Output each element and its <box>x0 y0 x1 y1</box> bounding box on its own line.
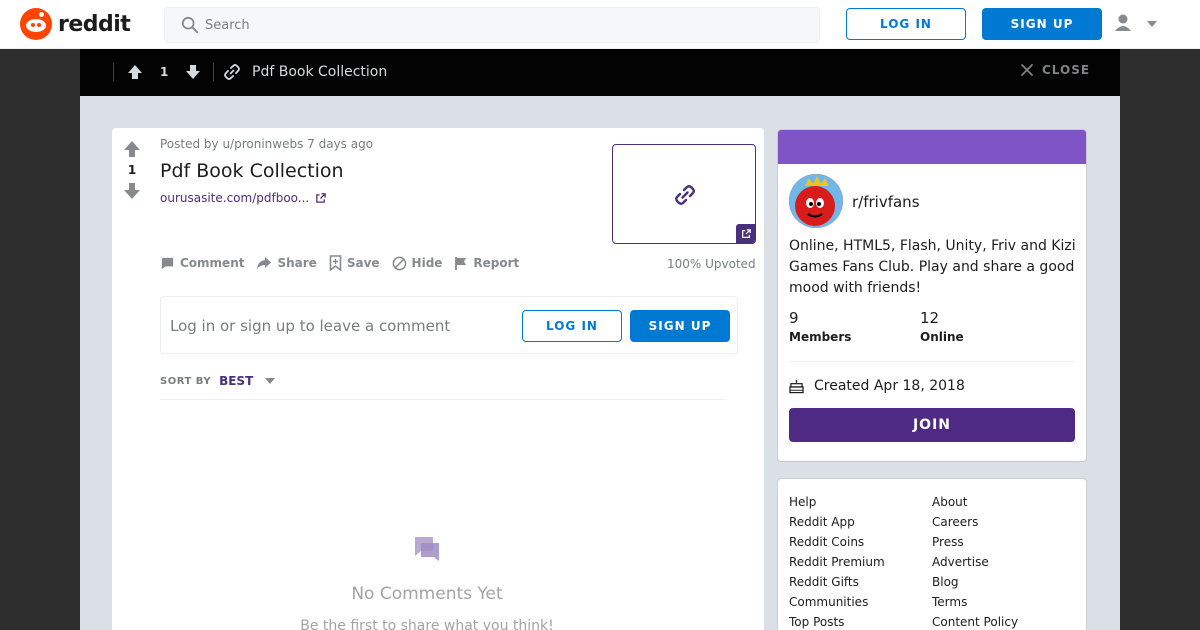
comment-login-prompt: Log in or sign up to leave a comment LOG… <box>160 296 738 354</box>
chevron-down-icon <box>265 378 276 384</box>
footer-links-col1: Help Reddit App Reddit Coins Reddit Prem… <box>789 492 885 630</box>
comment-icon <box>161 257 174 269</box>
post-card: 1 Posted by u/proninwebs 7 days ago Pdf … <box>112 128 764 630</box>
community-description: Online, HTML5, Flash, Unity, Friv and Ki… <box>789 238 1076 296</box>
header-signup-button[interactable]: SIGN UP <box>982 8 1102 40</box>
empty-comments-subtitle: Be the first to share what you think! <box>300 618 554 630</box>
footer-link-blog[interactable]: Blog <box>932 572 1018 592</box>
divider <box>113 63 114 81</box>
save-button[interactable]: Save <box>329 255 380 271</box>
search-icon <box>181 16 199 34</box>
members-label: Members <box>789 330 852 344</box>
hide-label: Hide <box>411 256 443 270</box>
downvote-icon[interactable] <box>120 180 144 202</box>
post-overlay: 1 Pdf Book Collection CLOSE 1 Posted by … <box>80 49 1120 630</box>
vote-column: 1 <box>120 138 144 202</box>
upvote-icon[interactable] <box>120 138 144 160</box>
reddit-alien-icon <box>20 8 52 40</box>
post-title[interactable]: Pdf Book Collection <box>160 160 344 182</box>
hide-button[interactable]: Hide <box>392 256 443 271</box>
share-button[interactable]: Share <box>256 256 317 271</box>
header-login-button[interactable]: LOG IN <box>846 8 966 40</box>
search-input[interactable] <box>205 8 805 42</box>
top-header: reddit LOG IN SIGN UP <box>0 0 1200 49</box>
reddit-logo[interactable]: reddit <box>20 8 131 40</box>
footer-links-col2: About Careers Press Advertise Blog Terms… <box>932 492 1018 630</box>
footer-links-card: Help Reddit App Reddit Coins Reddit Prem… <box>777 478 1087 630</box>
flag-icon <box>455 256 467 270</box>
close-button[interactable]: CLOSE <box>1020 63 1090 77</box>
community-avatar[interactable] <box>789 174 843 228</box>
external-link-badge <box>736 224 755 243</box>
community-card: r/frivfans Online, HTML5, Flash, Unity, … <box>777 129 1087 462</box>
comment-login-button[interactable]: LOG IN <box>522 310 622 342</box>
external-link-icon <box>316 192 326 203</box>
post-actions: Comment Share Save Hide Report <box>160 255 531 271</box>
footer-link-careers[interactable]: Careers <box>932 512 1018 532</box>
hide-icon <box>392 256 406 270</box>
upvote-icon[interactable] <box>126 63 144 81</box>
user-icon <box>1115 14 1131 31</box>
empty-comments-title: No Comments Yet <box>351 584 503 604</box>
comment-signup-button[interactable]: SIGN UP <box>630 310 730 342</box>
save-label: Save <box>346 256 380 270</box>
join-button[interactable]: JOIN <box>789 408 1075 442</box>
topbar-score: 1 <box>160 65 169 79</box>
post-topbar: 1 Pdf Book Collection CLOSE <box>80 49 1120 96</box>
footer-link-reddit-app[interactable]: Reddit App <box>789 512 885 532</box>
downvote-icon[interactable] <box>184 63 202 81</box>
sort-value[interactable]: BEST <box>219 374 253 388</box>
sort-dropdown[interactable]: SORT BY BEST <box>160 374 276 388</box>
post-score: 1 <box>127 163 137 177</box>
created-text: Created Apr 18, 2018 <box>814 378 965 394</box>
divider <box>160 399 725 400</box>
cake-icon <box>789 379 804 393</box>
comment-prompt-text: Log in or sign up to leave a comment <box>170 317 451 335</box>
online-label: Online <box>920 330 964 344</box>
share-icon <box>257 256 272 269</box>
link-thumbnail[interactable] <box>612 144 756 244</box>
search-bar[interactable] <box>164 7 820 43</box>
close-icon <box>1021 64 1033 76</box>
bookmark-icon <box>329 255 342 271</box>
footer-link-help[interactable]: Help <box>789 492 885 512</box>
footer-link-about[interactable]: About <box>932 492 1018 512</box>
chevron-down-icon <box>1147 21 1157 27</box>
close-label: CLOSE <box>1042 63 1091 77</box>
comment-label: Comment <box>180 256 245 270</box>
created-date: Created Apr 18, 2018 <box>789 378 965 394</box>
upvote-ratio: 100% Upvoted <box>667 257 756 271</box>
topbar-title: Pdf Book Collection <box>252 64 388 80</box>
logo-wordmark: reddit <box>58 11 131 37</box>
link-icon <box>675 185 695 205</box>
footer-link-reddit-premium[interactable]: Reddit Premium <box>789 552 885 572</box>
footer-link-top-posts[interactable]: Top Posts <box>789 612 885 630</box>
comments-icon <box>415 537 439 561</box>
footer-link-reddit-gifts[interactable]: Reddit Gifts <box>789 572 885 592</box>
report-label: Report <box>473 256 520 270</box>
post-external-link[interactable]: ourusasite.com/pdfboo... <box>160 191 326 205</box>
online-count: 12 <box>920 309 940 327</box>
post-meta: Posted by u/proninwebs 7 days ago <box>160 137 374 151</box>
footer-link-advertise[interactable]: Advertise <box>932 552 1018 572</box>
members-count: 9 <box>789 309 799 327</box>
report-button[interactable]: Report <box>454 256 519 271</box>
divider <box>789 361 1075 362</box>
subreddit-name[interactable]: r/frivfans <box>852 193 920 211</box>
share-label: Share <box>277 256 317 270</box>
post-link-text: ourusasite.com/pdfboo... <box>160 191 310 205</box>
user-dropdown[interactable] <box>1112 12 1164 36</box>
footer-link-terms[interactable]: Terms <box>932 592 1018 612</box>
community-banner <box>778 130 1086 164</box>
comment-button[interactable]: Comment <box>160 256 244 271</box>
footer-link-reddit-coins[interactable]: Reddit Coins <box>789 532 885 552</box>
sort-label: SORT BY <box>160 375 212 387</box>
external-link-icon <box>741 228 751 238</box>
divider <box>213 63 214 81</box>
footer-link-press[interactable]: Press <box>932 532 1018 552</box>
footer-link-communities[interactable]: Communities <box>789 592 885 612</box>
link-icon <box>224 64 240 80</box>
footer-link-content-policy[interactable]: Content Policy <box>932 612 1018 630</box>
